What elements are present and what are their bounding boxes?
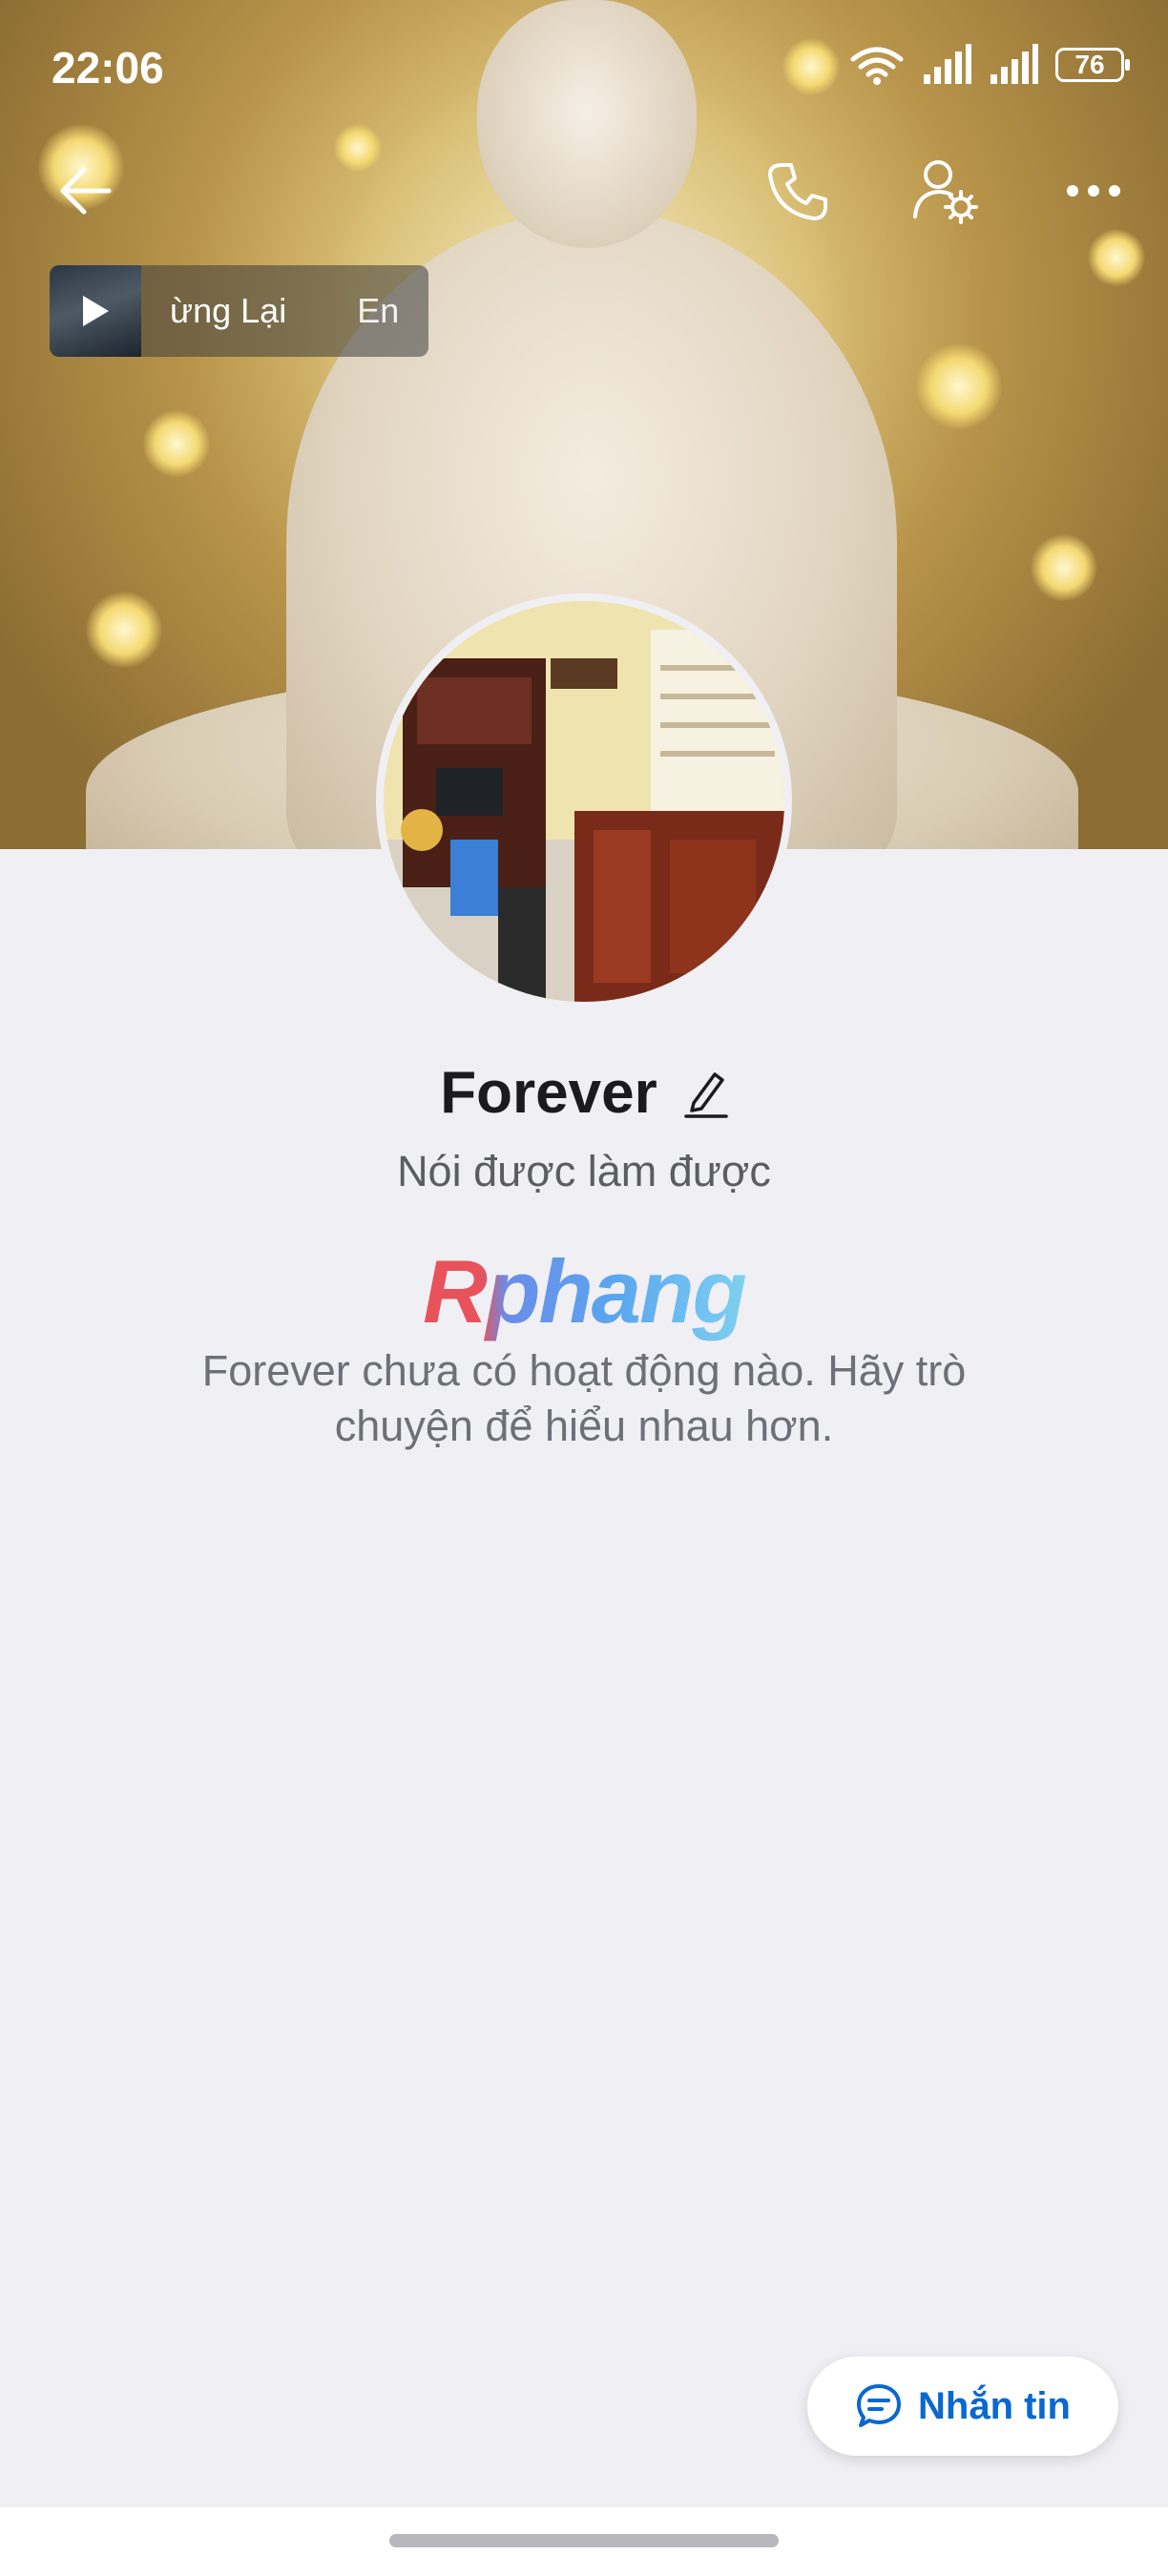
decor-light xyxy=(86,592,162,668)
top-nav xyxy=(0,153,1168,229)
profile-name: Forever xyxy=(440,1060,657,1126)
watermark-text: Rphang xyxy=(423,1241,747,1341)
avatar[interactable] xyxy=(376,593,792,1009)
phone-icon xyxy=(768,163,827,220)
avatar-photo xyxy=(384,601,784,1002)
home-indicator[interactable] xyxy=(389,2534,779,2547)
decor-light xyxy=(1031,534,1097,601)
status-time: 22:06 xyxy=(52,43,164,93)
user-settings-icon xyxy=(913,160,978,224)
empty-activity-message: Forever chưa có hoạt động nào. Hãy trò c… xyxy=(201,1346,967,1450)
edit-pencil-icon[interactable] xyxy=(683,1069,728,1118)
more-icon xyxy=(1067,185,1120,197)
music-title: ừng Lại xyxy=(170,291,287,330)
decor-light xyxy=(143,410,210,477)
signal-icon xyxy=(924,44,971,84)
status-icons: 76 xyxy=(849,44,1130,86)
battery-icon: 76 xyxy=(1055,48,1130,82)
music-artist: En xyxy=(357,291,400,330)
profile-name-row: Forever xyxy=(0,1059,1168,1127)
call-button[interactable] xyxy=(760,153,836,229)
back-arrow-icon xyxy=(60,167,112,215)
profile-music-player[interactable]: ừng Lại En xyxy=(50,265,428,357)
music-cover-thumbnail[interactable] xyxy=(50,265,141,357)
chat-bubble-icon xyxy=(857,2384,901,2427)
profile-bio: Nói được làm được xyxy=(397,1147,771,1195)
message-button[interactable]: Nhắn tin xyxy=(807,2357,1118,2456)
message-button-label: Nhắn tin xyxy=(918,2384,1071,2427)
status-bar: 22:06 76 xyxy=(0,0,1168,134)
back-button[interactable] xyxy=(48,153,124,229)
more-button[interactable] xyxy=(1055,153,1132,229)
profile-settings-button[interactable] xyxy=(907,153,983,229)
watermark-logo: Rphang xyxy=(0,1240,1168,1343)
play-icon xyxy=(83,296,109,326)
decor-light xyxy=(916,343,1002,429)
wifi-icon xyxy=(850,47,904,85)
decor-light xyxy=(1088,229,1145,286)
battery-level: 76 xyxy=(1074,50,1105,79)
signal-icon xyxy=(991,44,1038,84)
